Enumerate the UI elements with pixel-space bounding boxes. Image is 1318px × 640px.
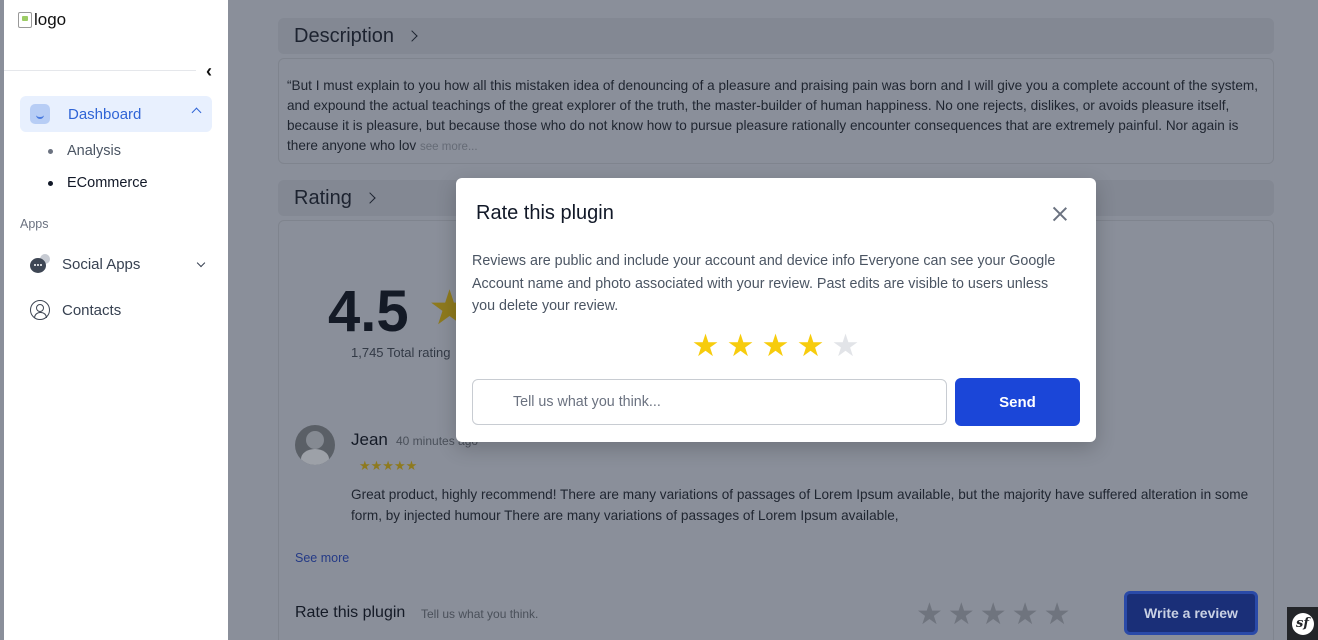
sidebar-item-label: Dashboard <box>68 105 142 123</box>
sidebar-item-dashboard[interactable]: Dashboard <box>20 96 212 132</box>
section-title: Rating <box>294 186 352 209</box>
sidebar-item-label: Contacts <box>62 301 122 319</box>
see-more-link[interactable]: See more <box>295 551 349 565</box>
collapse-sidebar-button[interactable]: ‹ <box>200 60 218 82</box>
star-icon[interactable]: ★ <box>760 328 791 364</box>
star-icon[interactable]: ★ <box>830 328 861 364</box>
section-title: Description <box>294 24 395 47</box>
rating-stars-input[interactable]: ★★★★★ <box>916 597 1075 632</box>
sidebar-item-social-apps[interactable]: Social Apps <box>30 254 210 274</box>
reviewer-name: Jean <box>351 430 388 449</box>
rate-plugin-subtitle: Tell us what you think. <box>421 607 539 621</box>
review-text: Great product, highly recommend! There a… <box>351 487 1249 523</box>
symfony-logo-icon: sf <box>1291 612 1314 635</box>
send-button[interactable]: Send <box>955 378 1080 426</box>
logo[interactable]: logo <box>18 10 66 30</box>
modal-title: Rate this plugin <box>476 202 614 224</box>
dashboard-icon <box>30 104 50 124</box>
review-input[interactable] <box>472 379 947 425</box>
chevron-up-icon <box>191 107 202 118</box>
symfony-toolbar-toggle[interactable]: sf <box>1287 607 1318 640</box>
sidebar-divider <box>4 70 196 71</box>
avatar <box>295 425 335 465</box>
review-stars: ★★★★★ <box>359 458 418 473</box>
sidebar-item-label: ECommerce <box>67 175 148 191</box>
close-icon[interactable] <box>1052 206 1068 222</box>
star-icon[interactable]: ★ <box>725 328 756 364</box>
sidebar: logo ‹ Dashboard Analysis ECommerce Apps… <box>4 0 228 640</box>
chat-bubbles-icon <box>30 254 50 274</box>
write-review-button[interactable]: Write a review <box>1124 591 1258 635</box>
star-icon[interactable]: ★ <box>690 328 721 364</box>
user-circle-icon <box>30 300 50 320</box>
description-header[interactable]: Description <box>278 18 1274 54</box>
chevron-right-icon <box>406 30 418 42</box>
sidebar-item-analysis[interactable]: Analysis <box>48 143 121 159</box>
star-icon[interactable]: ★ <box>795 328 826 364</box>
modal-description: Reviews are public and include your acco… <box>472 253 1056 314</box>
chevron-down-icon <box>196 258 206 268</box>
chevron-right-icon <box>364 192 376 204</box>
total-ratings-count: 1,745 Total rating <box>351 345 451 360</box>
description-panel: “But I must explain to you how all this … <box>278 58 1274 164</box>
logo-alt-text: logo <box>34 10 67 29</box>
sidebar-item-label: Social Apps <box>62 255 141 273</box>
sidebar-item-contacts[interactable]: Contacts <box>30 300 121 320</box>
star-rating-input[interactable]: ★ ★ ★ ★ ★ <box>690 328 861 364</box>
description-see-more-link[interactable]: see more... <box>420 141 478 153</box>
sidebar-section-title: Apps <box>20 217 49 231</box>
rate-plugin-title: Rate this plugin <box>295 604 406 621</box>
broken-image-icon <box>18 12 32 28</box>
sidebar-item-label: Analysis <box>67 143 121 159</box>
bullet-icon <box>48 180 53 186</box>
average-rating-value: 4.5 <box>328 279 409 344</box>
sidebar-item-ecommerce[interactable]: ECommerce <box>48 175 148 191</box>
bullet-icon <box>48 148 53 154</box>
rate-plugin-modal: Rate this plugin Reviews are public and … <box>456 178 1096 442</box>
